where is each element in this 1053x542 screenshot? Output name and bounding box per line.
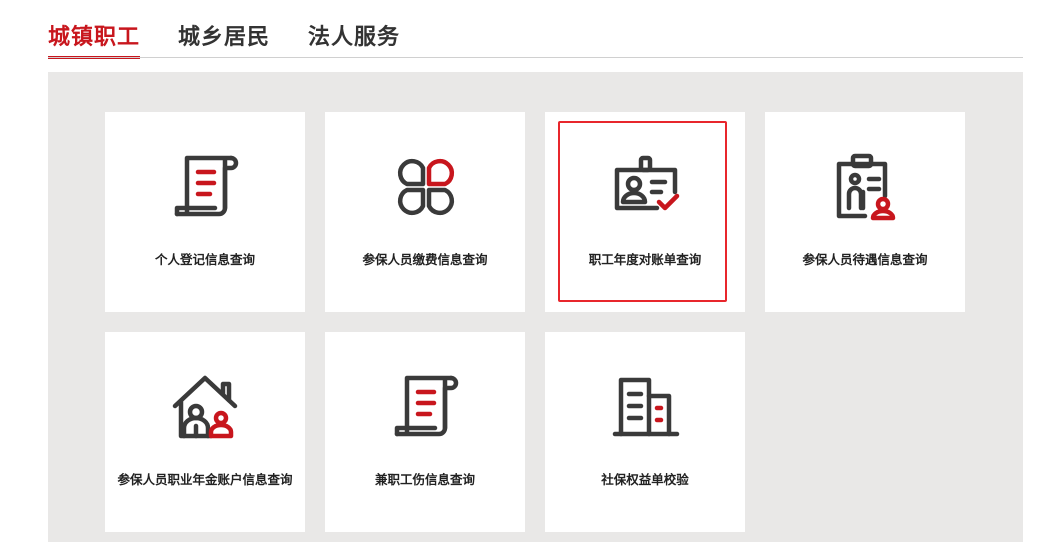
service-label: 社保权益单校验 (601, 472, 689, 487)
document-scroll-icon (165, 146, 245, 226)
service-label: 个人登记信息查询 (154, 252, 255, 267)
tab-legal-entity-service[interactable]: 法人服务 (308, 22, 400, 56)
service-card-rights-verification[interactable]: 社保权益单校验 (545, 332, 745, 532)
service-panel: 个人登记信息查询 参保人员缴费信息查询 职工年度对账单查询 参保人员待遇信息查询… (48, 72, 1023, 542)
service-label: 参保人员待遇信息查询 (802, 252, 928, 267)
service-card-part-time-injury[interactable]: 兼职工伤信息查询 (325, 332, 525, 532)
service-card-personal-registration[interactable]: 个人登记信息查询 (105, 112, 305, 312)
tab-urban-employee[interactable]: 城镇职工 (48, 22, 141, 59)
clover-icon (385, 146, 465, 226)
tab-divider (48, 57, 1023, 58)
service-label: 参保人员职业年金账户信息查询 (117, 472, 293, 487)
service-card-contribution[interactable]: 参保人员缴费信息查询 (325, 112, 525, 312)
tab-urban-rural-resident[interactable]: 城乡居民 (178, 22, 270, 56)
id-card-check-icon (605, 146, 685, 226)
house-people-icon (165, 366, 245, 446)
document-scroll-icon (385, 366, 465, 446)
service-label: 职工年度对账单查询 (588, 252, 702, 267)
clipboard-elderly-icon (825, 146, 905, 226)
service-card-occupational-annuity[interactable]: 参保人员职业年金账户信息查询 (105, 332, 305, 532)
buildings-icon (605, 366, 685, 446)
service-label: 兼职工伤信息查询 (374, 472, 475, 487)
service-label: 参保人员缴费信息查询 (362, 252, 488, 267)
service-card-annual-statement[interactable]: 职工年度对账单查询 (545, 112, 745, 312)
category-tabs: 城镇职工 城乡居民 法人服务 (48, 22, 438, 59)
service-card-benefits[interactable]: 参保人员待遇信息查询 (765, 112, 965, 312)
